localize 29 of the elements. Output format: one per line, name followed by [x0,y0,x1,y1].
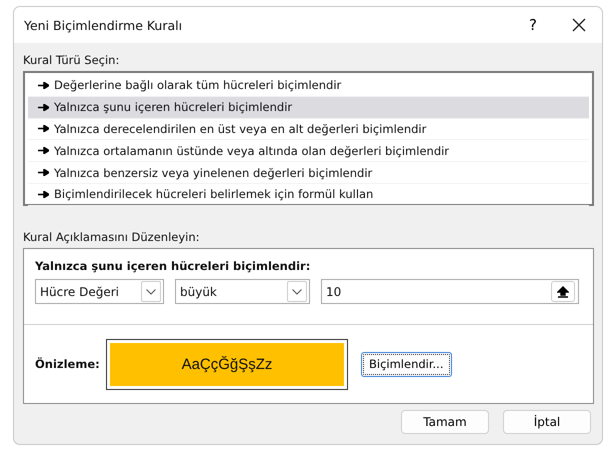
dropdown[interactable]: büyük [175,279,310,304]
dialog-button[interactable]: İptal [503,410,591,434]
caret-icon [287,281,307,302]
dropdown[interactable]: Hücre Değeri [35,279,164,304]
preview-sample: AaÇçĞğŞşZz [110,342,344,386]
rule-type-item[interactable]: Biçimlendirilecek hücreleri belirlemek için formül kullan [28,184,589,206]
dialog-button[interactable]: Tamam [401,410,489,434]
arrow-icon [38,82,49,89]
arrow-icon [38,125,49,132]
preview-label: Önizleme: [35,357,101,371]
rule-type-item[interactable]: Yalnızca ortalamanın üstünde veya altında olan değerleri biçimlendir [28,140,589,162]
section-label: Kural Türü Seçin: [23,53,120,67]
section-label: Kural Açıklamasını Düzenleyin: [23,230,200,244]
rule-type-item[interactable]: Yalnızca derecelendirilen en üst veya en alt değerleri biçimlendir [28,118,589,140]
format-button[interactable]: Biçimlendir... [361,352,452,376]
up-arrow-icon [557,286,569,298]
rule-type-item[interactable]: Yalnızca şunu içeren hücreleri biçimlendir [28,96,589,119]
arrow-icon [38,190,49,198]
arrow-icon [38,169,49,176]
value-field[interactable]: 10 [321,279,579,304]
rule-heading: Yalnızca şunu içeren hücreleri biçimlendir: [35,259,310,273]
help-button[interactable]: ? [510,8,556,42]
close-icon [572,18,586,32]
rule-type-item[interactable]: Yalnızca benzersiz veya yinelenen değerleri biçimlendir [28,162,589,184]
window-title: Yeni Biçimlendirme Kuralı [24,18,184,32]
caret-icon [141,281,161,302]
arrow-icon [38,104,49,111]
arrow-icon [38,147,49,154]
collapse-button[interactable] [551,281,575,302]
